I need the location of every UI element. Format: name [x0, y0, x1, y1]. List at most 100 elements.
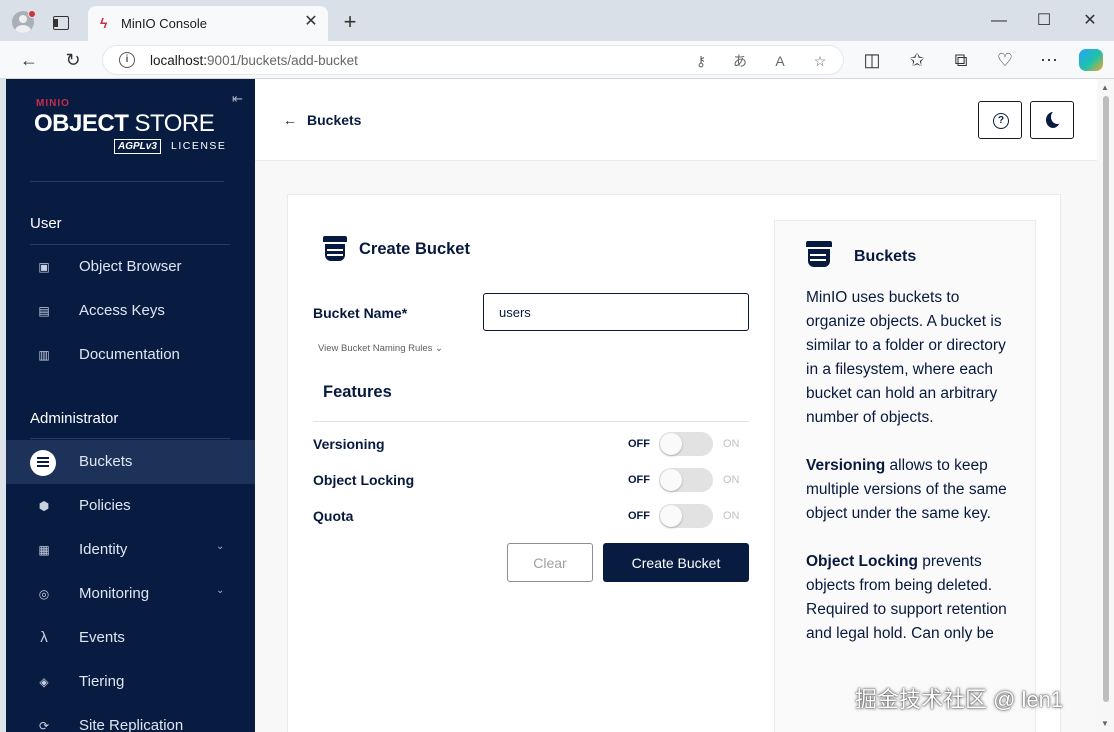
address-bar[interactable]: i localhost:9001/buckets/add-bucket ⚷ あ …	[102, 45, 844, 75]
site-info-icon[interactable]: i	[119, 52, 135, 68]
url-path: 9001/buckets/add-bucket	[207, 53, 358, 68]
sidebar-item-policies[interactable]: ⬢ Policies	[6, 484, 255, 528]
logo-minio-text: MINIO	[36, 98, 70, 109]
sidebar-item-monitoring[interactable]: ◎ Monitoring ⌄	[6, 572, 255, 616]
minimize-icon[interactable]: —	[988, 10, 1010, 32]
quota-toggle[interactable]	[659, 504, 713, 528]
sidebar-item-label: Monitoring	[79, 585, 150, 602]
sidebar-item-buckets[interactable]: Buckets	[6, 440, 255, 484]
more-menu-icon[interactable]: ⋯	[1037, 48, 1061, 72]
main-content: ← Buckets ? Create Bucket Bucket Name* Vi…	[255, 79, 1097, 732]
feature-label: Object Locking	[313, 472, 415, 488]
sidebar-item-label: Documentation	[79, 346, 180, 363]
key-icon[interactable]: ⚷	[691, 51, 711, 71]
sidebar-item-label: Tiering	[79, 673, 125, 690]
info-text: MinIO uses buckets to organize objects. …	[806, 286, 1021, 670]
feature-row-quota: Quota OFF ON	[313, 504, 749, 528]
copilot-icon[interactable]	[1079, 49, 1103, 71]
new-tab-button[interactable]: +	[340, 11, 360, 33]
sidebar: MINIO OBJECT STORE AGPLv3 LICENSE ⇤ User…	[6, 79, 255, 732]
read-aloud-icon[interactable]: A	[770, 51, 790, 71]
split-screen-icon[interactable]: ◫	[860, 48, 884, 72]
moon-icon	[1046, 110, 1064, 128]
bucket-name-label: Bucket Name*	[313, 305, 408, 321]
tab-title: MinIO Console	[121, 16, 207, 31]
info-paragraph: MinIO uses buckets to organize objects. …	[806, 289, 1006, 426]
object-locking-toggle[interactable]	[659, 468, 713, 492]
back-icon[interactable]: ←	[17, 48, 41, 72]
sidebar-item-label: Object Browser	[79, 258, 182, 275]
monitoring-icon: ◎	[38, 587, 50, 601]
logo-divider	[30, 181, 224, 182]
feature-row-versioning: Versioning OFF ON	[313, 432, 749, 456]
sidebar-item-events[interactable]: λ Events	[6, 616, 255, 660]
feature-label: Versioning	[313, 436, 385, 452]
tiering-icon: ◈	[39, 675, 49, 689]
favorite-star-icon[interactable]: ☆	[810, 51, 830, 71]
browser-essentials-icon[interactable]: ♡	[993, 48, 1017, 72]
info-panel: Buckets MinIO uses buckets to organize o…	[774, 220, 1036, 732]
feature-row-object-locking: Object Locking OFF ON	[313, 468, 749, 492]
collapse-sidebar-icon[interactable]: ⇤	[232, 91, 246, 107]
watermark: 掘金技术社区 @ len1	[855, 687, 1064, 712]
sidebar-item-object-browser[interactable]: ▣ Object Browser	[6, 245, 255, 289]
sidebar-item-label: Buckets	[79, 453, 133, 470]
sidebar-item-label: Policies	[79, 497, 131, 514]
sidebar-item-tiering[interactable]: ◈ Tiering	[6, 660, 255, 704]
back-to-buckets-link[interactable]: ← Buckets	[283, 112, 361, 128]
lambda-icon: λ	[40, 629, 48, 646]
minio-favicon-icon: ϟ	[100, 15, 108, 31]
close-window-icon[interactable]: ✕	[1079, 10, 1101, 32]
section-user: User	[30, 215, 62, 232]
page-header: ← Buckets ?	[255, 79, 1097, 161]
help-button[interactable]: ?	[978, 101, 1022, 139]
scroll-thumb[interactable]	[1103, 96, 1109, 702]
favorites-icon[interactable]: ✩	[905, 48, 929, 72]
dark-mode-button[interactable]	[1030, 101, 1074, 139]
sidebar-item-site-replication[interactable]: ⟳ Site Replication	[6, 704, 255, 732]
policies-icon: ⬢	[38, 499, 50, 513]
close-tab-icon[interactable]: ✕	[302, 13, 320, 31]
refresh-icon[interactable]: ↻	[61, 48, 85, 72]
bucket-icon	[323, 236, 347, 262]
browser-toolbar: ← ↻ i localhost:9001/buckets/add-bucket …	[0, 41, 1114, 79]
info-paragraph: Object Locking prevents objects from bei…	[806, 553, 1007, 642]
create-bucket-button[interactable]: Create Bucket	[603, 543, 749, 582]
translate-icon[interactable]: あ	[730, 51, 750, 71]
toggle-off-label: OFF	[628, 474, 650, 486]
back-label: Buckets	[307, 112, 362, 128]
info-paragraph: Versioning allows to keep multiple versi…	[806, 457, 1007, 522]
sidebar-item-label: Access Keys	[79, 302, 165, 319]
sidebar-item-identity[interactable]: ▦ Identity ⌄	[6, 528, 255, 572]
naming-rules-link[interactable]: View Bucket Naming Rules ⌄	[318, 343, 443, 354]
toggle-off-label: OFF	[628, 510, 650, 522]
sidebar-item-label: Site Replication	[79, 717, 184, 732]
logo-object-store: OBJECT STORE	[34, 110, 215, 137]
page-scrollbar[interactable]: ▲ ▼	[1097, 79, 1114, 732]
scroll-down-icon[interactable]: ▼	[1101, 719, 1109, 728]
bucket-icon	[806, 241, 832, 269]
scroll-up-icon[interactable]: ▲	[1101, 83, 1109, 92]
sidebar-item-documentation[interactable]: ▥ Documentation	[6, 333, 255, 377]
versioning-toggle[interactable]	[659, 432, 713, 456]
logo-agpl-badge: AGPLv3	[114, 139, 161, 154]
clear-button[interactable]: Clear	[507, 543, 593, 582]
create-bucket-card: Create Bucket Bucket Name* View Bucket N…	[287, 194, 1061, 732]
section-administrator: Administrator	[30, 410, 119, 427]
chevron-down-icon[interactable]: ⌄	[216, 541, 224, 552]
maximize-icon[interactable]: ☐	[1033, 10, 1055, 32]
url-text[interactable]: localhost:9001/buckets/add-bucket	[150, 53, 358, 68]
feature-label: Quota	[313, 508, 354, 524]
bucket-name-input[interactable]	[483, 293, 749, 331]
chevron-down-icon[interactable]: ⌄	[216, 585, 224, 596]
sidebar-item-label: Events	[79, 629, 125, 646]
identity-icon: ▦	[38, 543, 50, 557]
toggle-on-label: ON	[723, 474, 740, 486]
sidebar-item-access-keys[interactable]: ▤ Access Keys	[6, 289, 255, 333]
logo-license-text: LICENSE	[171, 140, 227, 152]
documentation-icon: ▥	[38, 348, 50, 362]
browser-tab[interactable]: ϟ MinIO Console ✕	[88, 6, 328, 41]
sidebar-item-label: Identity	[79, 541, 128, 558]
collections-icon[interactable]: ⧉	[949, 48, 973, 72]
tab-actions-icon[interactable]	[53, 16, 69, 30]
